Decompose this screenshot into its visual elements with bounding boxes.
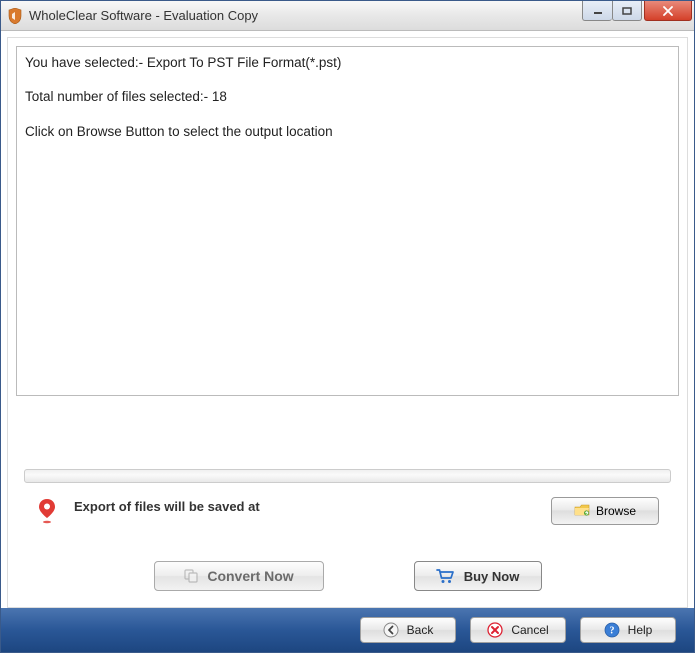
log-line: You have selected:- Export To PST File F… — [25, 53, 670, 73]
back-arrow-icon — [383, 622, 399, 638]
copy-icon — [183, 568, 199, 584]
window-controls — [582, 1, 692, 21]
app-icon — [7, 8, 23, 24]
back-button-label: Back — [407, 623, 434, 637]
buy-now-button[interactable]: Buy Now — [414, 561, 542, 591]
minimize-button[interactable] — [582, 1, 612, 21]
cart-icon — [436, 568, 454, 584]
client-area: You have selected:- Export To PST File F… — [1, 31, 694, 608]
location-pin-icon — [36, 499, 58, 525]
back-button[interactable]: Back — [360, 617, 456, 643]
help-button-label: Help — [628, 623, 653, 637]
close-button[interactable] — [644, 1, 692, 21]
output-location-label: Export of files will be saved at — [74, 499, 535, 514]
action-row: Convert Now Buy Now — [16, 555, 679, 603]
cancel-button[interactable]: Cancel — [470, 617, 566, 643]
cancel-icon — [487, 622, 503, 638]
progress-bar — [24, 469, 671, 483]
help-icon: ? — [604, 622, 620, 638]
browse-button-label: Browse — [596, 504, 636, 518]
cancel-button-label: Cancel — [511, 623, 548, 637]
convert-now-button[interactable]: Convert Now — [154, 561, 324, 591]
footer-bar: Back Cancel ? Help — [1, 608, 694, 652]
svg-text:?: ? — [609, 626, 614, 637]
convert-button-label: Convert Now — [207, 568, 293, 584]
output-location-row: Export of files will be saved at Browse — [16, 493, 679, 555]
help-button[interactable]: ? Help — [580, 617, 676, 643]
status-log: You have selected:- Export To PST File F… — [16, 46, 679, 396]
folder-icon — [574, 504, 590, 518]
log-line: Total number of files selected:- 18 — [25, 87, 670, 107]
titlebar: WholeClear Software - Evaluation Copy — [1, 1, 694, 31]
window-title: WholeClear Software - Evaluation Copy — [29, 8, 582, 23]
browse-button[interactable]: Browse — [551, 497, 659, 525]
buy-button-label: Buy Now — [464, 569, 520, 584]
spacer — [16, 396, 679, 463]
app-window: WholeClear Software - Evaluation Copy Yo… — [0, 0, 695, 653]
maximize-button[interactable] — [612, 1, 642, 21]
main-panel: You have selected:- Export To PST File F… — [7, 37, 688, 608]
log-line: Click on Browse Button to select the out… — [25, 122, 670, 142]
